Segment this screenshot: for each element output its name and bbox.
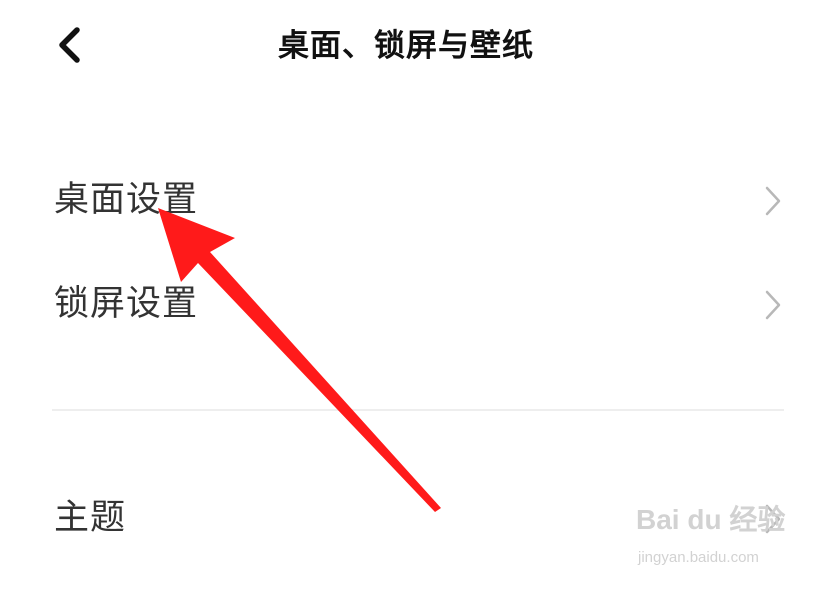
back-button[interactable] xyxy=(46,22,92,68)
annotation-arrow-shape xyxy=(158,208,441,512)
menu-item-lockscreen-settings[interactable]: 锁屏设置 xyxy=(0,262,830,346)
chevron-left-icon xyxy=(59,27,80,63)
menu-item-label: 桌面设置 xyxy=(54,180,199,220)
chevron-right-icon xyxy=(765,186,781,216)
header-bar: 桌面、锁屏与壁纸 xyxy=(0,0,830,90)
menu-item-label: 锁屏设置 xyxy=(54,284,199,324)
baidu-jingyan-watermark: Bai du 经验 jingyan.baidu.com xyxy=(632,498,792,580)
menu-item-desktop-settings[interactable]: 桌面设置 xyxy=(0,158,830,242)
watermark-main-text: Bai du 经验 xyxy=(636,504,786,535)
section-divider xyxy=(52,409,784,411)
menu-item-label: 主题 xyxy=(54,498,127,538)
watermark-url-text: jingyan.baidu.com xyxy=(638,549,759,566)
chevron-right-icon xyxy=(765,290,781,320)
page-title: 桌面、锁屏与壁纸 xyxy=(278,28,534,64)
